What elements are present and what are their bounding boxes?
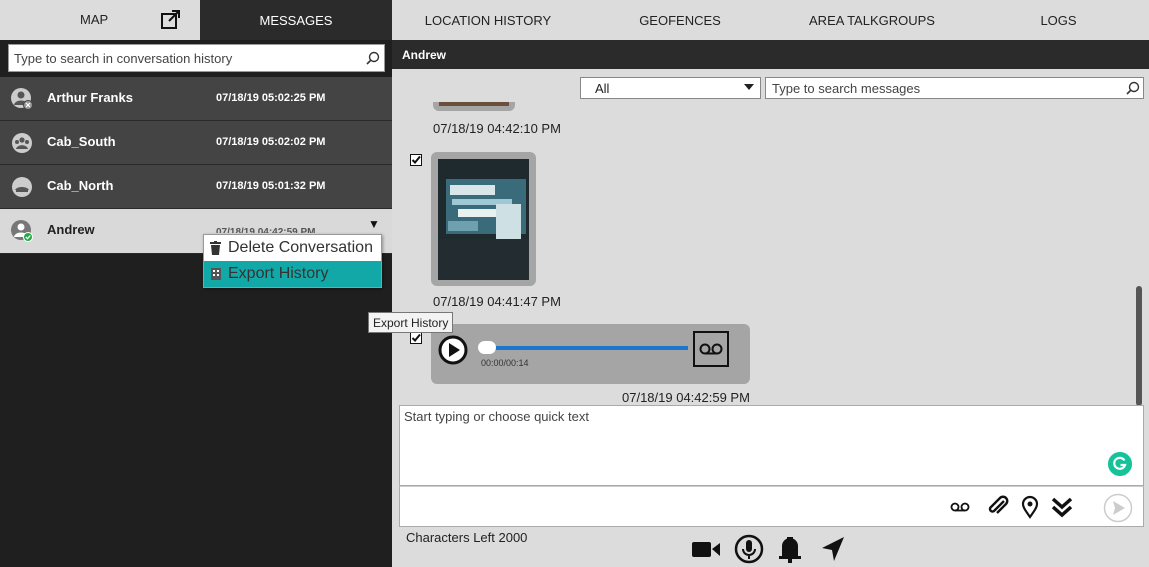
alert-bell-icon[interactable] bbox=[776, 534, 804, 564]
tab-map[interactable]: MAP bbox=[0, 0, 200, 40]
menu-item-export-history[interactable]: Export History bbox=[204, 261, 381, 287]
compose-toolbar bbox=[399, 486, 1144, 527]
conversation-time: 07/18/19 05:01:32 PM bbox=[216, 180, 326, 192]
user-online-icon bbox=[11, 220, 33, 242]
message-scrollbar[interactable] bbox=[1136, 286, 1142, 406]
popout-icon[interactable] bbox=[160, 8, 182, 30]
filter-selected-value: All bbox=[595, 80, 610, 96]
conversation-panel: Arthur Franks 07/18/19 05:02:25 PM Cab_S… bbox=[0, 40, 392, 567]
conversation-name: Andrew bbox=[47, 222, 95, 237]
image-message-bubble[interactable] bbox=[431, 152, 536, 286]
voicemail-icon[interactable] bbox=[948, 495, 972, 519]
video-call-icon[interactable] bbox=[690, 534, 722, 564]
send-icon[interactable] bbox=[1103, 493, 1133, 523]
double-chevron-down-icon[interactable] bbox=[1050, 495, 1074, 519]
play-icon[interactable] bbox=[438, 335, 468, 365]
conversation-name: Cab_South bbox=[47, 134, 116, 149]
compose-box bbox=[399, 405, 1144, 486]
navigation-arrow-icon[interactable] bbox=[818, 534, 848, 564]
message-filter-select[interactable]: All bbox=[580, 77, 761, 99]
tab-area-talkgroups[interactable]: AREA TALKGROUPS bbox=[776, 0, 968, 40]
tab-messages-label: MESSAGES bbox=[259, 12, 333, 28]
message-search bbox=[765, 77, 1144, 99]
conversation-item[interactable]: Cab_North 07/18/19 05:01:32 PM bbox=[0, 165, 392, 209]
conversation-search bbox=[8, 44, 385, 72]
microphone-icon[interactable] bbox=[734, 534, 764, 564]
tab-logs-label: LOGS bbox=[1040, 12, 1077, 28]
paperclip-icon[interactable] bbox=[986, 495, 1010, 519]
group-icon bbox=[12, 177, 32, 197]
image-thumbnail bbox=[438, 159, 529, 280]
conversation-context-menu: Delete Conversation Export History bbox=[203, 234, 382, 288]
tab-area-talkgroups-label: AREA TALKGROUPS bbox=[809, 12, 935, 28]
export-history-tooltip: Export History bbox=[368, 312, 454, 333]
chevron-down-icon bbox=[744, 84, 754, 90]
voicemail-icon[interactable] bbox=[693, 331, 729, 367]
audio-message-bubble: 00:00/00:14 bbox=[431, 324, 750, 384]
grammarly-icon[interactable] bbox=[1108, 452, 1132, 476]
conversation-item[interactable]: Arthur Franks 07/18/19 05:02:25 PM bbox=[0, 77, 392, 121]
audio-progress-track[interactable] bbox=[481, 346, 688, 350]
compose-input[interactable] bbox=[400, 406, 1143, 485]
dropdown-arrow-icon[interactable]: ▼ bbox=[368, 217, 380, 231]
checkbox-checked-icon[interactable] bbox=[410, 332, 422, 344]
conversation-time: 07/18/19 05:02:02 PM bbox=[216, 136, 326, 148]
tab-logs[interactable]: LOGS bbox=[968, 0, 1149, 40]
image-thumbnail bbox=[439, 102, 509, 106]
image-message-bubble[interactable] bbox=[433, 102, 515, 111]
conversation-search-input[interactable] bbox=[9, 46, 362, 70]
characters-left: Characters Left 2000 bbox=[406, 530, 528, 545]
user-offline-icon bbox=[11, 88, 33, 110]
conversation-name: Arthur Franks bbox=[47, 90, 133, 105]
tab-geofences[interactable]: GEOFENCES bbox=[584, 0, 776, 40]
conversation-time: 07/18/19 05:02:25 PM bbox=[216, 92, 326, 104]
audio-duration: 00:00/00:14 bbox=[481, 358, 529, 368]
tab-location-history[interactable]: LOCATION HISTORY bbox=[392, 0, 584, 40]
tab-map-label: MAP bbox=[80, 12, 109, 27]
menu-item-label: Delete Conversation bbox=[228, 239, 373, 256]
message-timestamp: 07/18/19 04:42:10 PM bbox=[433, 121, 561, 136]
tab-geofences-label: GEOFENCES bbox=[639, 12, 721, 28]
tab-location-history-label: LOCATION HISTORY bbox=[424, 12, 552, 28]
main-tab-bar: MAP MESSAGES LOCATION HISTORY GEOFENCES … bbox=[0, 0, 1149, 40]
message-timestamp: 07/18/19 04:41:47 PM bbox=[433, 294, 561, 309]
audio-progress-knob[interactable] bbox=[478, 341, 496, 354]
search-icon[interactable] bbox=[362, 47, 384, 69]
search-icon[interactable] bbox=[1123, 81, 1143, 95]
checkbox-checked-icon[interactable] bbox=[410, 154, 422, 166]
conversation-list: Arthur Franks 07/18/19 05:02:25 PM Cab_S… bbox=[0, 77, 392, 254]
conversation-item[interactable]: Cab_South 07/18/19 05:02:02 PM bbox=[0, 121, 392, 165]
message-search-input[interactable] bbox=[766, 79, 1123, 97]
tab-messages[interactable]: MESSAGES bbox=[200, 0, 392, 40]
export-icon bbox=[210, 267, 222, 281]
conversation-title: Andrew bbox=[402, 48, 447, 62]
conversation-header: Andrew bbox=[392, 40, 1149, 69]
message-timestamp: 07/18/19 04:42:59 PM bbox=[622, 390, 750, 405]
message-history: 07/18/19 04:42:10 PM 07/18/19 04:41:47 P… bbox=[392, 102, 1149, 406]
message-panel: Andrew All 07/18/19 04:42:10 PM bbox=[392, 40, 1149, 567]
menu-item-delete-conversation[interactable]: Delete Conversation bbox=[204, 235, 381, 261]
location-pin-icon[interactable] bbox=[1018, 495, 1042, 519]
conversation-name: Cab_North bbox=[47, 178, 114, 193]
group-icon bbox=[12, 133, 32, 153]
menu-item-label: Export History bbox=[228, 265, 329, 282]
trash-icon bbox=[210, 241, 222, 255]
